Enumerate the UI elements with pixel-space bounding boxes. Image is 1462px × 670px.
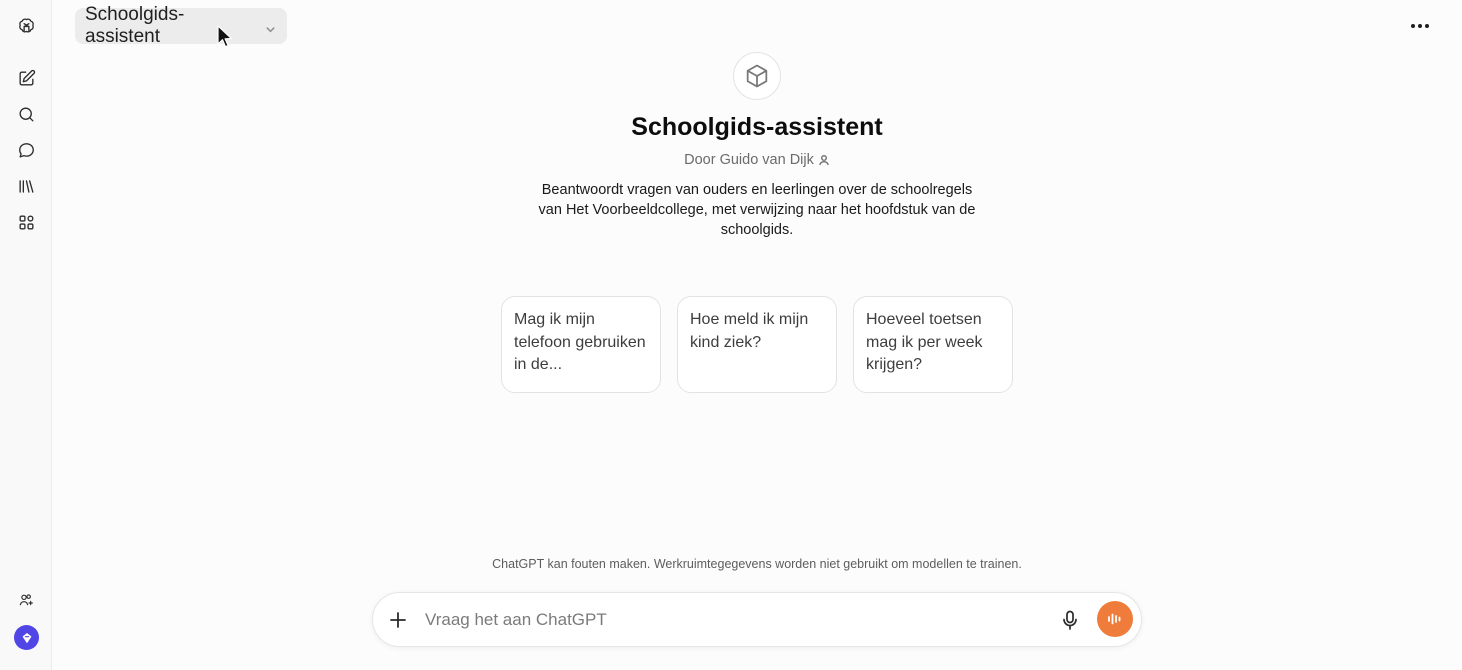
composer: [372, 592, 1142, 647]
gpt-title: Schoolgids-assistent: [631, 113, 883, 141]
person-icon: [818, 154, 829, 166]
gpt-avatar: [733, 52, 781, 100]
sidebar-rail: [0, 0, 52, 670]
conversation-starter[interactable]: Mag ik mijn telefoon gebruiken in de...: [501, 296, 661, 393]
prompt-input[interactable]: [425, 607, 1025, 633]
ellipsis-dot: [1411, 24, 1415, 28]
add-people-icon[interactable]: [13, 587, 39, 613]
conversation-starter[interactable]: Hoe meld ik mijn kind ziek?: [677, 296, 837, 393]
gpt-description: Beantwoordt vragen van ouders en leerlin…: [538, 182, 976, 238]
chevron-down-icon: [264, 20, 277, 33]
more-options-button[interactable]: [1406, 12, 1434, 40]
attach-plus-icon[interactable]: [387, 609, 409, 631]
disclaimer-text: ChatGPT kan fouten maken. Werkruimtegege…: [492, 557, 1022, 571]
gpt-author-label: Door Guido van Dijk: [684, 152, 814, 168]
gpt-author: Door Guido van Dijk: [457, 152, 1057, 168]
conversation-starter-label: Hoeveel toetsen mag ik per week krijgen?: [866, 311, 983, 373]
openai-logo-icon[interactable]: [13, 13, 39, 39]
mouse-cursor-icon: [217, 25, 232, 48]
conversation-starter-label: Hoe meld ik mijn kind ziek?: [690, 311, 809, 351]
waveform-icon: [1108, 613, 1121, 625]
ellipsis-dot: [1418, 24, 1422, 28]
voice-mode-button[interactable]: [1097, 601, 1133, 637]
gpts-grid-icon[interactable]: [13, 209, 39, 235]
conversation-starter-label: Mag ik mijn telefoon gebruiken in de...: [514, 311, 646, 373]
cube-icon: [746, 64, 768, 88]
microphone-icon[interactable]: [1059, 609, 1081, 631]
search-icon[interactable]: [13, 101, 39, 127]
conversation-starter[interactable]: Hoeveel toetsen mag ik per week krijgen?: [853, 296, 1013, 393]
model-switcher-button[interactable]: Schoolgids-assistent: [75, 4, 287, 47]
ellipsis-dot: [1425, 24, 1429, 28]
library-icon[interactable]: [13, 173, 39, 199]
new-chat-icon[interactable]: [13, 65, 39, 91]
chat-bubble-icon[interactable]: [13, 137, 39, 163]
profile-badge-icon[interactable]: [14, 625, 39, 650]
